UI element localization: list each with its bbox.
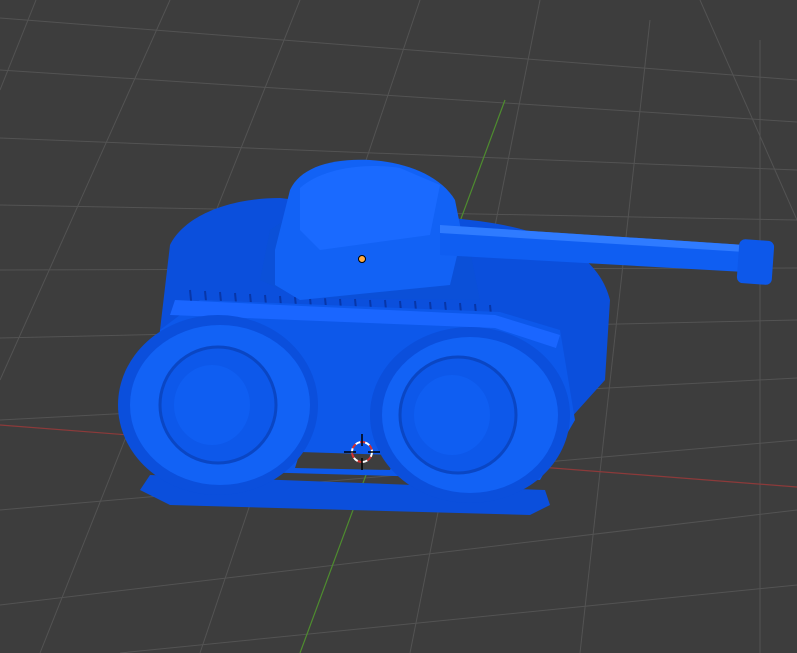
viewport-canvas[interactable]	[0, 0, 797, 653]
tank-cannon-muzzle[interactable]	[736, 239, 775, 285]
tank-wheel-front[interactable]	[118, 315, 318, 495]
object-origin-dot[interactable]	[358, 255, 366, 263]
tank-wheel-rear[interactable]	[370, 327, 570, 503]
3d-viewport[interactable]	[0, 0, 797, 653]
tank-track-gap	[295, 452, 395, 470]
